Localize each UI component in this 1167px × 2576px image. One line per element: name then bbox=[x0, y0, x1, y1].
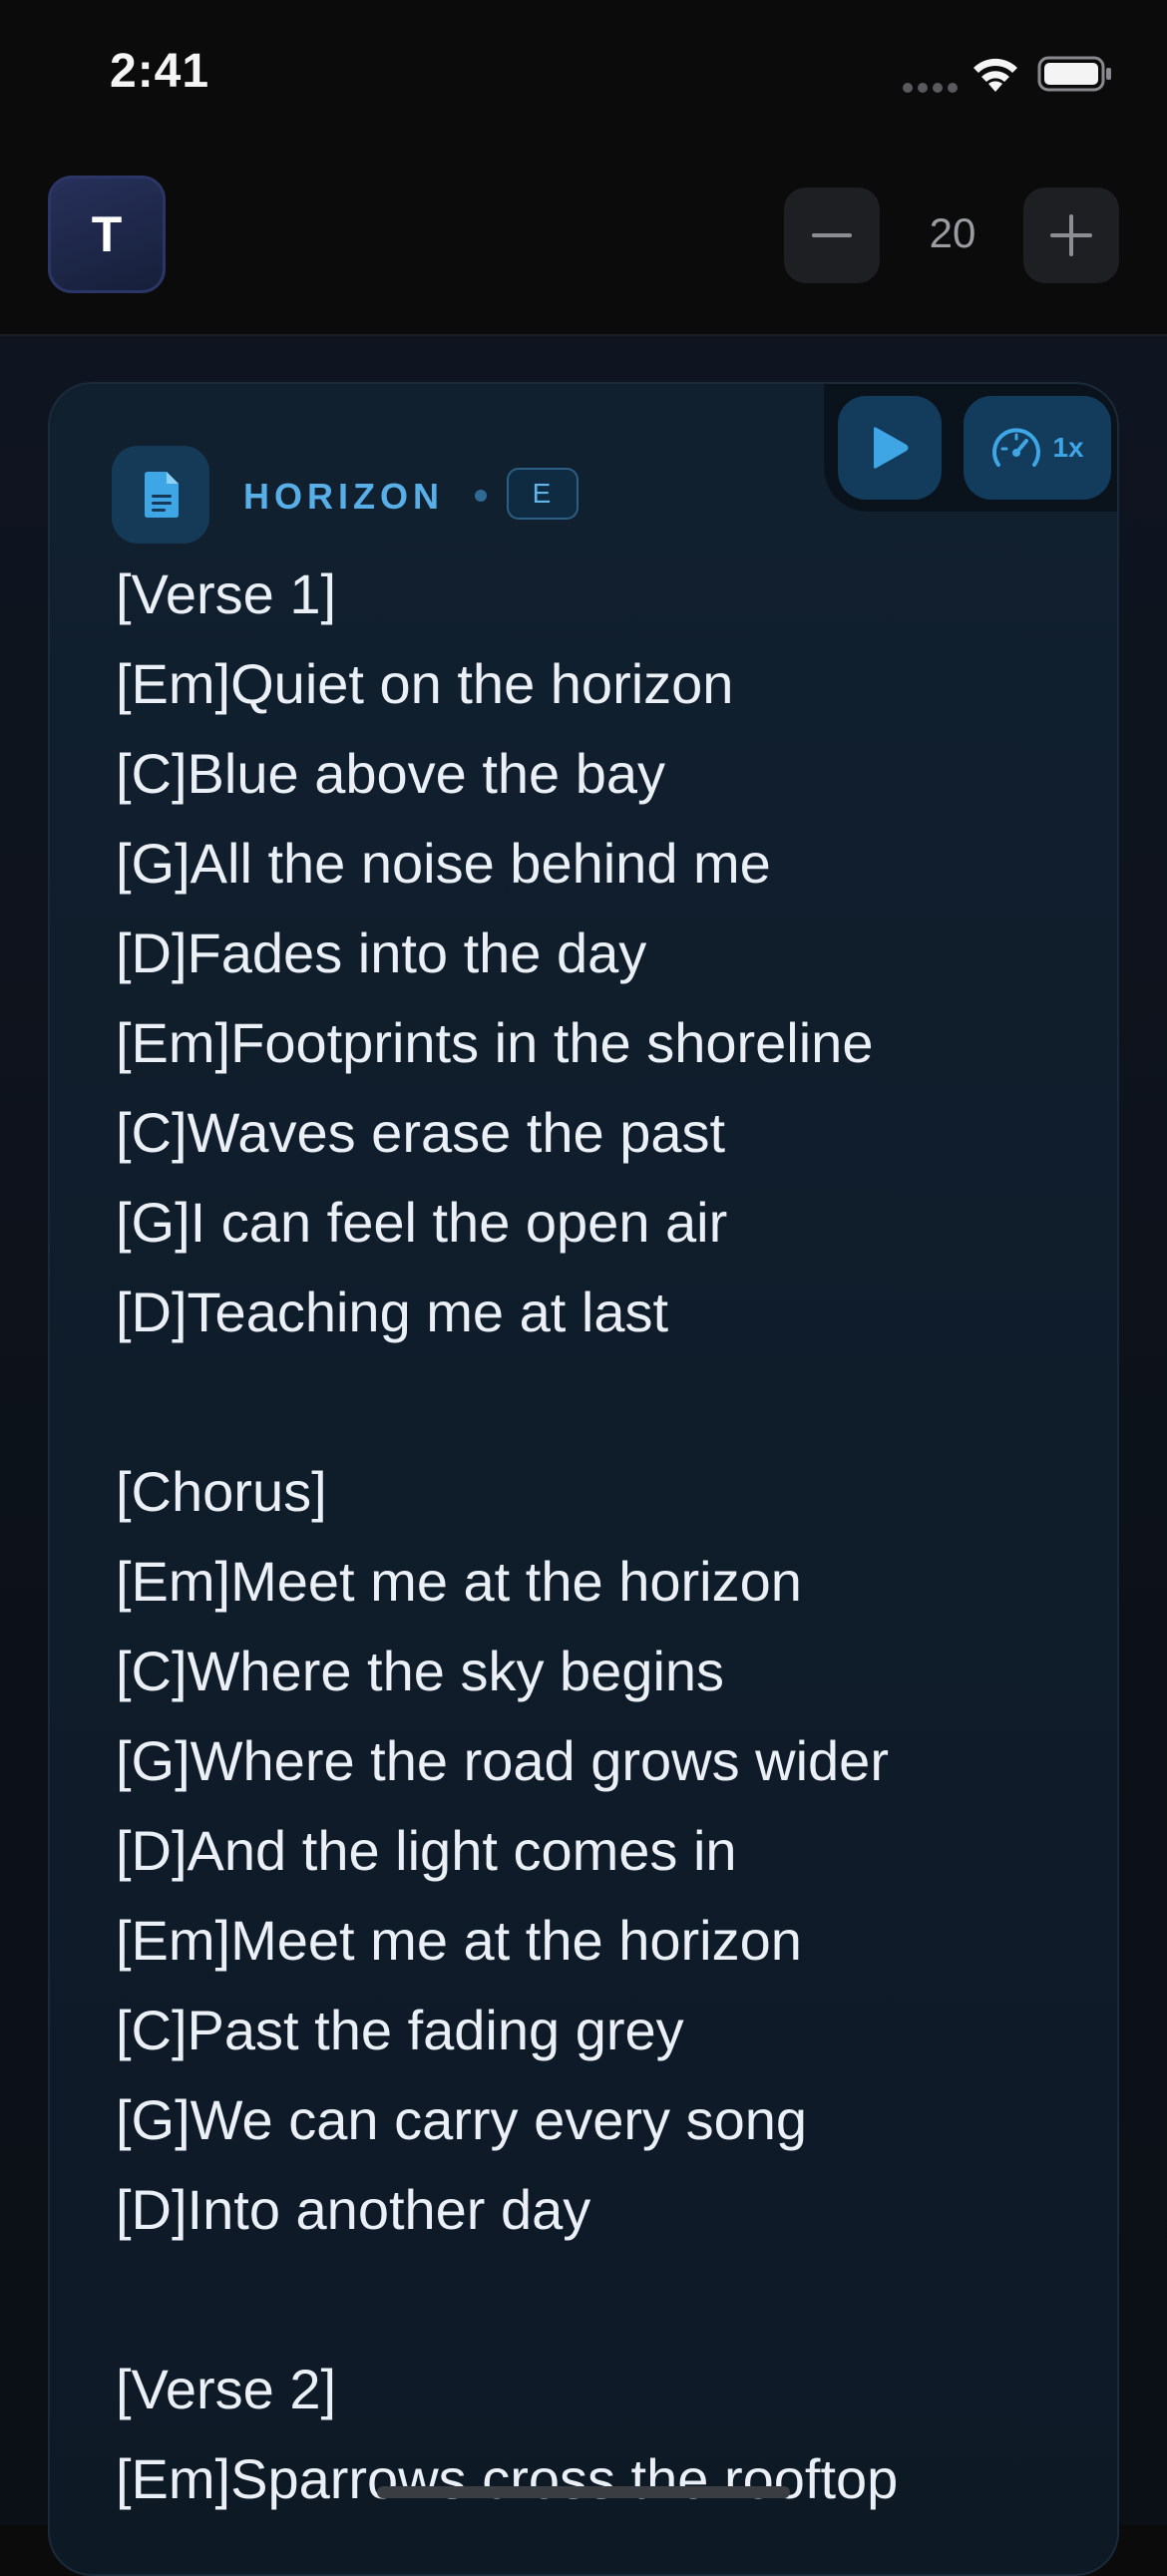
lyric-line: [C]Where the sky begins bbox=[116, 1640, 725, 1702]
lyric-line: [Chorus] bbox=[116, 1460, 327, 1523]
lyric-line: [D]Into another day bbox=[116, 2178, 591, 2241]
lyric-line: [Verse 2] bbox=[116, 2358, 337, 2420]
play-button[interactable] bbox=[838, 396, 942, 500]
font-size-value: 20 bbox=[929, 209, 976, 256]
lyric-line: [Em]Footprints in the shoreline bbox=[116, 1011, 874, 1074]
song-title: HORIZON bbox=[243, 476, 444, 517]
minus-icon bbox=[812, 233, 852, 237]
document-icon bbox=[112, 446, 209, 544]
play-icon bbox=[874, 427, 909, 469]
lyric-line bbox=[116, 2255, 1073, 2345]
separator-dot bbox=[475, 490, 487, 502]
lyric-line: [D]Teaching me at last bbox=[116, 1281, 669, 1343]
status-bar: 2:41 bbox=[0, 0, 1167, 150]
avatar[interactable]: T bbox=[48, 176, 166, 293]
lyric-line: [Em]Meet me at the horizon bbox=[116, 1909, 802, 1972]
lyric-line: [D]And the light comes in bbox=[116, 1819, 737, 1882]
lyric-line: [Em]Meet me at the horizon bbox=[116, 1550, 802, 1613]
key-badge[interactable]: E bbox=[507, 468, 579, 520]
lyric-line: [G]All the noise behind me bbox=[116, 832, 771, 895]
playback-controls: 1x bbox=[824, 384, 1117, 512]
speed-button[interactable]: 1x bbox=[964, 396, 1111, 500]
lyric-line: [G]We can carry every song bbox=[116, 2088, 807, 2151]
lyric-line: [D]Fades into the day bbox=[116, 921, 647, 984]
home-indicator[interactable] bbox=[377, 2486, 790, 2498]
lyric-line: [C]Waves erase the past bbox=[116, 1101, 726, 1164]
increase-font-size-button[interactable] bbox=[1023, 187, 1119, 283]
signal-dots-icon bbox=[903, 80, 963, 93]
decrease-font-size-button[interactable] bbox=[784, 187, 880, 283]
lyric-line: [C]Past the fading grey bbox=[116, 1999, 684, 2061]
battery-icon bbox=[1037, 56, 1111, 92]
lyric-line: [G]Where the road grows wider bbox=[116, 1729, 889, 1792]
speed-label: 1x bbox=[1052, 432, 1084, 463]
lyric-line: [G]I can feel the open air bbox=[116, 1191, 728, 1254]
lyric-line bbox=[116, 1357, 1073, 1447]
status-time: 2:41 bbox=[110, 45, 210, 98]
lyric-line: [Verse 1] bbox=[116, 562, 337, 625]
lyric-line: [Em]Sparrows cross the rooftop bbox=[116, 2447, 899, 2510]
lyric-line: [C]Blue above the bay bbox=[116, 742, 666, 805]
speedometer-icon bbox=[992, 428, 1041, 467]
song-card[interactable]: HORIZON E 1x [Verse 1] [Em]Quiet on the h… bbox=[48, 382, 1119, 2576]
top-bar: T 20 bbox=[0, 150, 1167, 336]
lyric-line: [Em]Quiet on the horizon bbox=[116, 652, 734, 715]
lyrics: [Verse 1] [Em]Quiet on the horizon [C]Blue… bbox=[116, 550, 1073, 2524]
plus-icon bbox=[1050, 214, 1092, 256]
wifi-icon bbox=[973, 58, 1017, 92]
